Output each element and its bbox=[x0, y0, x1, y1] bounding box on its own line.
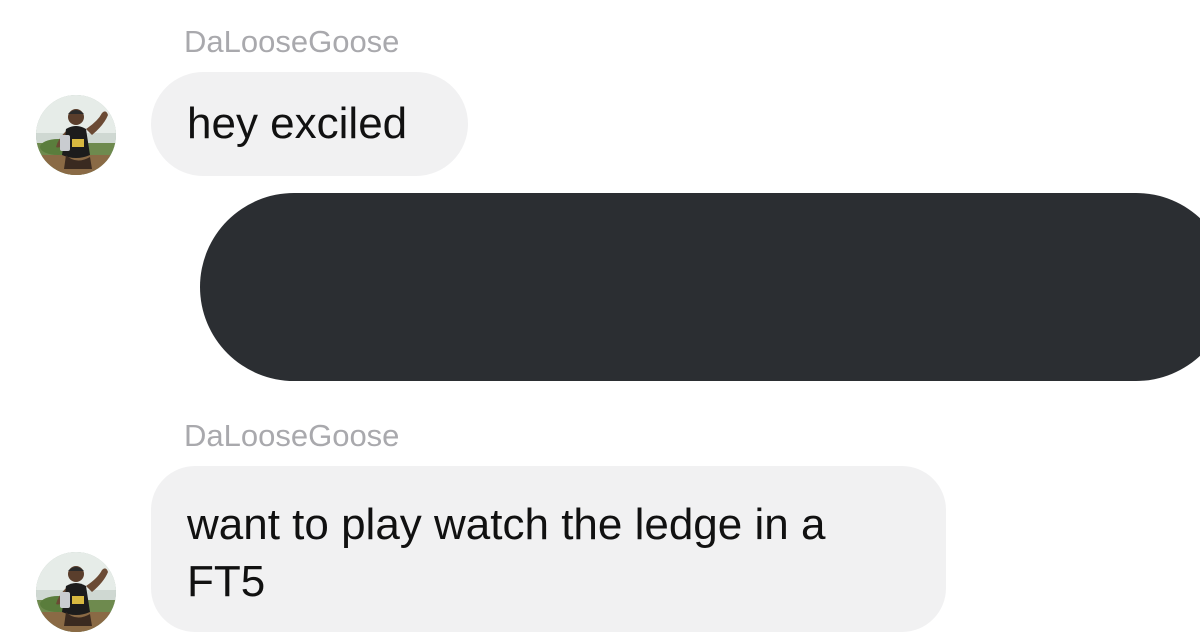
incoming-message-bubble[interactable]: hey exciled bbox=[151, 72, 468, 176]
message-text-line: FT5 bbox=[187, 557, 266, 607]
message-text-line: want to play watch the ledge in a bbox=[187, 500, 826, 549]
avatar[interactable] bbox=[36, 552, 116, 632]
profile-photo-icon bbox=[36, 95, 116, 175]
avatar[interactable] bbox=[36, 95, 116, 175]
sender-name: DaLooseGoose bbox=[184, 24, 400, 59]
profile-photo-icon bbox=[36, 552, 116, 632]
redacted-outgoing-message-bubble[interactable] bbox=[200, 193, 1200, 381]
message-text: hey exciled bbox=[187, 99, 408, 148]
incoming-message-bubble[interactable]: want to play watch the ledge in a FT5 bbox=[151, 466, 946, 632]
sender-name: DaLooseGoose bbox=[184, 418, 400, 453]
